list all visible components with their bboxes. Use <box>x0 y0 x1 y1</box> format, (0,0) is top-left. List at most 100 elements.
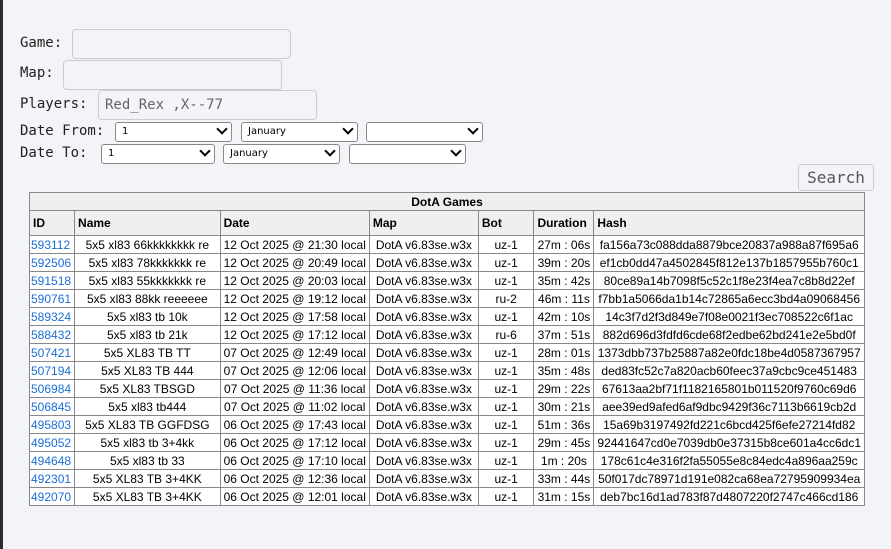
table-title: DotA Games <box>29 192 865 211</box>
cell-id: 507421 <box>28 343 76 362</box>
cell-id: 507194 <box>28 361 76 380</box>
cell-bot: uz-1 <box>477 271 535 290</box>
cell-bot: uz-1 <box>477 433 535 452</box>
cell-date: 06 Oct 2025 @ 17:43 local <box>219 415 370 434</box>
game-id-link[interactable]: 507421 <box>31 346 71 360</box>
game-id-link[interactable]: 507194 <box>31 364 71 378</box>
cell-duration: 35m : 42s <box>533 271 595 290</box>
cell-id: 592506 <box>28 253 76 272</box>
date-to-month-select[interactable]: January <box>223 144 340 164</box>
game-id-link[interactable]: 589324 <box>31 310 71 324</box>
cell-map: DotA v6.83se.w3x <box>368 487 479 506</box>
table-row: 591518 5x5 xl83 55kkkkkkk re 12 Oct 2025 @… <box>28 271 865 290</box>
cell-name: 5x5 XL83 TB TT <box>74 343 221 362</box>
cell-duration: 51m : 36s <box>533 415 595 434</box>
cell-id: 495803 <box>28 415 76 434</box>
date-to-day-select[interactable]: 1 <box>101 144 215 164</box>
cell-date: 12 Oct 2025 @ 20:03 local <box>219 271 370 290</box>
chevron-down-icon <box>324 145 336 157</box>
game-id-link[interactable]: 492070 <box>31 490 71 504</box>
game-id-link[interactable]: 593112 <box>31 238 70 252</box>
table-row: 507421 5x5 XL83 TB TT 07 Oct 2025 @ 12:49 … <box>28 343 865 362</box>
cell-name: 5x5 XL83 TB GGFDSG <box>74 415 221 434</box>
game-input[interactable] <box>72 29 291 59</box>
game-id-link[interactable]: 494648 <box>31 454 71 468</box>
cell-name: 5x5 XL83 TB 3+4KK <box>74 487 221 506</box>
cell-hash: ded83fc52c7a820acb60feec37a9cbc9ce451483 <box>593 361 865 380</box>
map-input[interactable] <box>63 60 282 90</box>
cell-duration: 33m : 44s <box>533 469 595 488</box>
cell-id: 492070 <box>28 487 76 506</box>
table-row: 506984 5x5 XL83 TBSGD 07 Oct 2025 @ 11:36 … <box>28 379 865 398</box>
cell-bot: uz-1 <box>477 253 535 272</box>
cell-name: 5x5 xl83 tb 10k <box>74 307 221 326</box>
game-id-link[interactable]: 495803 <box>31 418 71 432</box>
cell-bot: ru-2 <box>477 289 535 308</box>
game-id-link[interactable]: 495052 <box>31 436 71 450</box>
search-button[interactable]: Search <box>798 164 874 191</box>
selected-value: 1 <box>122 126 129 137</box>
table-row: 492301 5x5 XL83 TB 3+4KK 06 Oct 2025 @ 12:… <box>28 469 865 488</box>
cell-map: DotA v6.83se.w3x <box>368 469 479 488</box>
date-from-day-select[interactable]: 1 <box>115 122 232 142</box>
cell-id: 588432 <box>28 325 76 344</box>
players-input[interactable]: Red_Rex ,X--77 <box>98 90 317 120</box>
game-id-link[interactable]: 506984 <box>31 382 71 396</box>
cell-hash: aee39ed9afed6af9dbc9429f36c7113b6619cb2d <box>593 397 865 416</box>
cell-name: 5x5 xl83 66kkkkkkkk re <box>74 235 221 254</box>
game-id-link[interactable]: 592506 <box>31 256 71 270</box>
cell-bot: uz-1 <box>477 343 535 362</box>
game-id-link[interactable]: 506845 <box>31 400 71 414</box>
selected-value: January <box>248 126 286 137</box>
date-from-year-select[interactable] <box>366 122 483 142</box>
cell-bot: ru-6 <box>477 325 535 344</box>
table-row: 495052 5x5 xl83 tb 3+4kk 06 Oct 2025 @ 17:… <box>28 433 865 452</box>
game-id-link[interactable]: 588432 <box>31 328 71 342</box>
cell-bot: uz-1 <box>477 397 535 416</box>
cell-duration: 37m : 51s <box>533 325 595 344</box>
game-label: Game: <box>20 35 63 51</box>
cell-date: 06 Oct 2025 @ 12:01 local <box>219 487 370 506</box>
column-header-map: Map <box>368 210 479 236</box>
cell-date: 07 Oct 2025 @ 12:49 local <box>219 343 370 362</box>
cell-bot: uz-1 <box>477 451 535 470</box>
table-row: 494648 5x5 xl83 tb 33 06 Oct 2025 @ 17:10 … <box>28 451 865 470</box>
cell-hash: 14c3f7d2f3d849e7f08e0021f3ec708522c6f1ac <box>593 307 865 326</box>
cell-date: 06 Oct 2025 @ 17:10 local <box>219 451 370 470</box>
date-to-year-select[interactable] <box>349 144 466 164</box>
cell-name: 5x5 xl83 tb 33 <box>74 451 221 470</box>
cell-hash: 1373dbb737b25887a82e0fdc18be4d0587367957 <box>593 343 865 362</box>
cell-map: DotA v6.83se.w3x <box>368 433 479 452</box>
cell-hash: 178c61c4e316f2fa55055e8c84edc4a896aa259c <box>593 451 865 470</box>
cell-id: 495052 <box>28 433 76 452</box>
chevron-down-icon <box>216 123 228 135</box>
cell-hash: 50f017dc78971d191e082ca68ea72795909934ea <box>593 469 865 488</box>
chevron-down-icon <box>467 123 479 135</box>
cell-hash: 15a69b3197492fd221c6bcd425f6efe27214fd82 <box>593 415 865 434</box>
column-header-hash: Hash <box>593 210 865 236</box>
game-id-link[interactable]: 492301 <box>31 472 71 486</box>
column-header-id: ID <box>28 210 76 236</box>
cell-date: 07 Oct 2025 @ 11:36 local <box>219 379 370 398</box>
cell-duration: 29m : 22s <box>533 379 595 398</box>
game-id-link[interactable]: 590761 <box>31 292 71 306</box>
cell-bot: uz-1 <box>477 415 535 434</box>
cell-map: DotA v6.83se.w3x <box>368 415 479 434</box>
date-from-month-select[interactable]: January <box>241 122 358 142</box>
cell-id: 593112 <box>28 235 76 254</box>
chevron-down-icon <box>199 145 211 157</box>
selected-value: January <box>230 148 268 159</box>
cell-map: DotA v6.83se.w3x <box>368 271 479 290</box>
cell-bot: uz-1 <box>477 361 535 380</box>
cell-map: DotA v6.83se.w3x <box>368 343 479 362</box>
cell-map: DotA v6.83se.w3x <box>368 361 479 380</box>
cell-id: 494648 <box>28 451 76 470</box>
game-id-link[interactable]: 591518 <box>31 274 71 288</box>
cell-name: 5x5 xl83 78kkkkkkk re <box>74 253 221 272</box>
cell-duration: 1m : 20s <box>533 451 595 470</box>
cell-duration: 42m : 10s <box>533 307 595 326</box>
cell-map: DotA v6.83se.w3x <box>368 451 479 470</box>
cell-bot: uz-1 <box>477 307 535 326</box>
table-row: 592506 5x5 xl83 78kkkkkkk re 12 Oct 2025 @… <box>28 253 865 272</box>
column-header-bot: Bot <box>477 210 535 236</box>
